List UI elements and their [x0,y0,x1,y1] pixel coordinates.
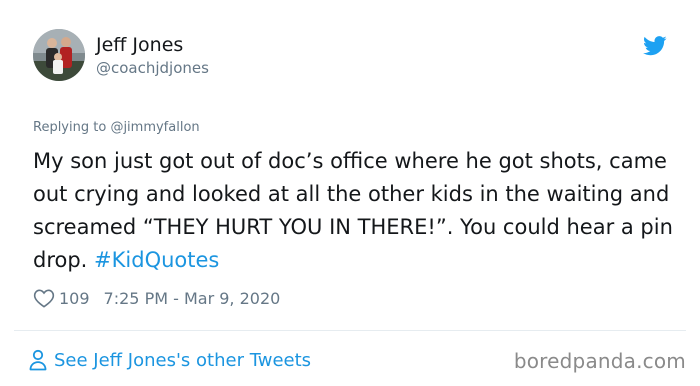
author-handle[interactable]: @coachjdjones [96,59,209,77]
replying-to-prefix: Replying to [33,120,111,135]
timestamp[interactable]: 7:25 PM - Mar 9, 2020 [104,289,281,308]
divider [14,330,686,331]
person-outline-icon [29,349,47,371]
hashtag-link[interactable]: #KidQuotes [94,248,219,272]
replying-to: Replying to @jimmyfallon [33,120,200,136]
like-count: 109 [59,288,90,308]
tweet-text: My son just got out of doc’s office wher… [33,145,673,277]
twitter-bird-icon[interactable] [643,36,667,56]
see-other-tweets-label: See Jeff Jones's other Tweets [54,349,312,371]
heart-outline-icon[interactable] [33,288,55,308]
author-name[interactable]: Jeff Jones [96,33,183,57]
tweet-meta: 109 7:25 PM - Mar 9, 2020 [33,287,280,309]
tweet-card: Jeff Jones @coachjdjones Replying to @ji… [0,0,700,386]
watermark: boredpanda.com [513,349,686,373]
replying-to-handle[interactable]: @jimmyfallon [110,120,199,135]
see-other-tweets-link[interactable]: See Jeff Jones's other Tweets [29,348,311,372]
avatar[interactable] [33,29,85,81]
